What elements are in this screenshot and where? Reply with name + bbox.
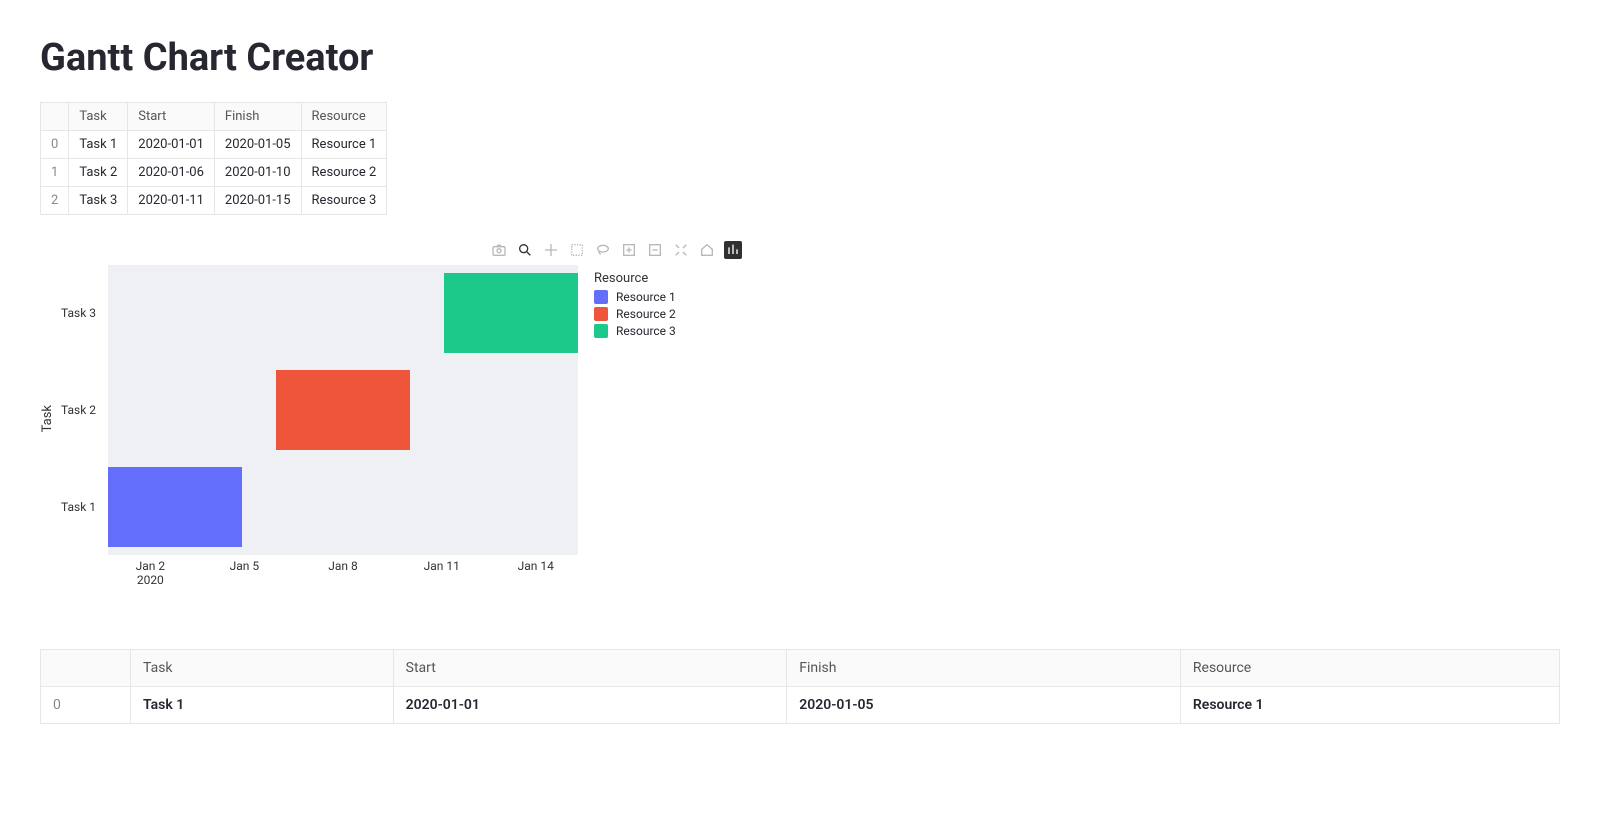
cell-idx: 1 xyxy=(41,159,69,187)
legend-label: Resource 3 xyxy=(616,324,676,338)
plotly-logo-icon[interactable] xyxy=(724,241,742,259)
chart-toolbar xyxy=(40,241,1560,259)
x-tick: Jan 5 xyxy=(230,559,260,573)
cell-finish: 2020-01-05 xyxy=(214,131,301,159)
lasso-icon[interactable] xyxy=(594,241,612,259)
x-tick: Jan 14 xyxy=(518,559,554,573)
y-axis-title: Task xyxy=(40,405,55,432)
cell-resource: Resource 3 xyxy=(301,187,387,215)
cell-start: 2020-01-01 xyxy=(128,131,215,159)
table-row: 1 Task 2 2020-01-06 2020-01-10 Resource … xyxy=(41,159,387,187)
legend-label: Resource 1 xyxy=(616,290,676,304)
x-tick: Jan 22020 xyxy=(136,559,166,587)
col-start: Start xyxy=(393,650,787,687)
page-title: Gantt Chart Creator xyxy=(40,36,1560,80)
autoscale-icon[interactable] xyxy=(672,241,690,259)
cell-resource: Resource 1 xyxy=(301,131,387,159)
cell-finish: 2020-01-10 xyxy=(214,159,301,187)
zoom-out-icon[interactable] xyxy=(646,241,664,259)
cell-resource: Resource 1 xyxy=(1180,687,1559,724)
col-index xyxy=(41,650,131,687)
camera-icon[interactable] xyxy=(490,241,508,259)
legend-item[interactable]: Resource 2 xyxy=(594,307,676,321)
zoom-in-icon[interactable] xyxy=(620,241,638,259)
cell-start: 2020-01-11 xyxy=(128,187,215,215)
cell-task: Task 3 xyxy=(69,187,128,215)
legend-item[interactable]: Resource 3 xyxy=(594,324,676,338)
cell-finish: 2020-01-05 xyxy=(787,687,1181,724)
y-tick: Task 1 xyxy=(61,458,102,555)
cell-task: Task 1 xyxy=(69,131,128,159)
col-finish: Finish xyxy=(214,103,301,131)
data-table-small: Task Start Finish Resource 0 Task 1 2020… xyxy=(40,102,387,215)
gantt-bar[interactable] xyxy=(108,467,242,547)
data-table-wide: Task Start Finish Resource 0 Task 1 2020… xyxy=(40,649,1560,724)
legend-swatch xyxy=(594,290,608,304)
cell-idx: 0 xyxy=(41,131,69,159)
col-task: Task xyxy=(131,650,394,687)
legend-swatch xyxy=(594,307,608,321)
gantt-chart[interactable]: Task Task 3 Task 2 Task 1 Jan 22020 Jan 5… xyxy=(40,265,1560,589)
legend: Resource Resource 1 Resource 2 Resource … xyxy=(594,271,676,341)
x-tick: Jan 8 xyxy=(328,559,358,573)
y-tick: Task 2 xyxy=(61,362,102,459)
cell-start: 2020-01-06 xyxy=(128,159,215,187)
legend-item[interactable]: Resource 1 xyxy=(594,290,676,304)
gantt-bar[interactable] xyxy=(276,370,410,450)
cell-start: 2020-01-01 xyxy=(393,687,787,724)
box-select-icon[interactable] xyxy=(568,241,586,259)
cell-idx: 0 xyxy=(41,687,131,724)
legend-label: Resource 2 xyxy=(616,307,676,321)
y-axis-labels: Task 3 Task 2 Task 1 xyxy=(61,265,102,555)
col-start: Start xyxy=(128,103,215,131)
table-row: 0 Task 1 2020-01-01 2020-01-05 Resource … xyxy=(41,687,1560,724)
pan-icon[interactable] xyxy=(542,241,560,259)
x-tick: Jan 11 xyxy=(424,559,460,573)
table-row: 2 Task 3 2020-01-11 2020-01-15 Resource … xyxy=(41,187,387,215)
legend-title: Resource xyxy=(594,271,676,286)
cell-task: Task 1 xyxy=(131,687,394,724)
col-resource: Resource xyxy=(301,103,387,131)
table-row: 0 Task 1 2020-01-01 2020-01-05 Resource … xyxy=(41,131,387,159)
col-finish: Finish xyxy=(787,650,1181,687)
legend-swatch xyxy=(594,324,608,338)
y-tick: Task 3 xyxy=(61,265,102,362)
cell-task: Task 2 xyxy=(69,159,128,187)
cell-resource: Resource 2 xyxy=(301,159,387,187)
col-resource: Resource xyxy=(1180,650,1559,687)
home-icon[interactable] xyxy=(698,241,716,259)
gantt-bar[interactable] xyxy=(444,273,578,353)
col-task: Task xyxy=(69,103,128,131)
cell-finish: 2020-01-15 xyxy=(214,187,301,215)
col-index xyxy=(41,103,69,131)
cell-idx: 2 xyxy=(41,187,69,215)
zoom-icon[interactable] xyxy=(516,241,534,259)
